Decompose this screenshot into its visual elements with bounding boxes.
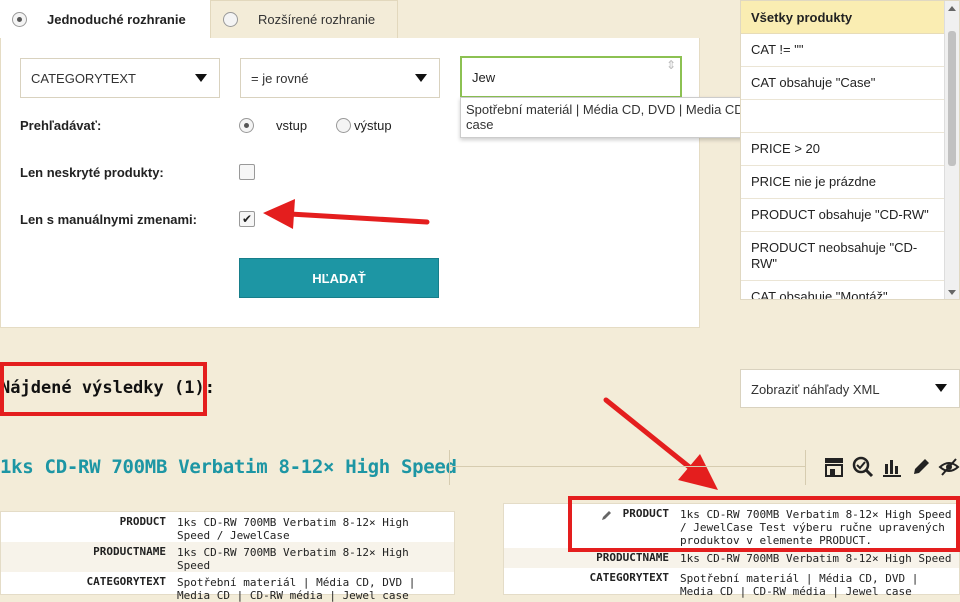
divider — [805, 450, 806, 485]
browse-input-radio[interactable] — [239, 118, 254, 133]
browse-label: Prehľadávať: — [20, 118, 102, 133]
tab-advanced[interactable]: Rozšírené rozhranie — [210, 0, 398, 38]
table-key: PRODUCT — [119, 515, 166, 528]
products-list: Všetky produkty CAT != "" CAT obsahuje "… — [740, 0, 960, 300]
list-item[interactable] — [741, 100, 946, 133]
products-list-header[interactable]: Všetky produkty — [741, 1, 946, 34]
edit-pencil-icon[interactable] — [910, 456, 932, 478]
resize-icon: ⇕ — [666, 58, 677, 72]
manual-only-label: Len s manuálnymi zmenami: — [20, 212, 197, 227]
chevron-down-icon — [195, 74, 207, 82]
list-item[interactable]: PRODUCT obsahuje "CD-RW" — [741, 199, 946, 232]
tab-simple-label: Jednoduché rozhranie — [47, 11, 186, 27]
highlight-box — [0, 362, 207, 416]
tab-advanced-label: Rozšírené rozhranie — [258, 12, 376, 27]
scroll-up-icon[interactable] — [948, 6, 956, 11]
scrollbar-thumb[interactable] — [948, 31, 956, 166]
scroll-down-icon[interactable] — [948, 290, 956, 295]
chevron-down-icon — [415, 74, 427, 82]
table-row: CATEGORYTEXT Spotřební materiál | Média … — [504, 568, 959, 598]
list-scrollbar[interactable] — [944, 1, 959, 299]
field-select-value: CATEGORYTEXT — [31, 70, 136, 86]
table-row: PRODUCTNAME 1ks CD-RW 700MB Verbatim 8-1… — [1, 542, 454, 572]
product-title[interactable]: 1ks CD-RW 700MB Verbatim 8-12× High Spee… — [0, 456, 457, 478]
table-key: PRODUCTNAME — [93, 545, 166, 558]
list-item[interactable]: PRICE > 20 — [741, 133, 946, 166]
tab-simple[interactable]: Jednoduché rozhranie — [0, 0, 210, 38]
table-value: Spotřební materiál | Média CD, DVD | Med… — [680, 572, 919, 598]
store-icon[interactable] — [823, 456, 845, 478]
search-button[interactable]: HĽADAŤ — [239, 258, 439, 298]
browse-output-label: výstup — [354, 118, 392, 133]
manual-only-checkbox[interactable]: ✔ — [239, 211, 255, 227]
chevron-down-icon — [935, 384, 947, 392]
table-value: 1ks CD-RW 700MB Verbatim 8-12× High Spee… — [177, 516, 409, 542]
table-key: CATEGORYTEXT — [589, 571, 669, 584]
list-item[interactable]: CAT != "" — [741, 34, 946, 67]
table-value: 1ks CD-RW 700MB Verbatim 8-12× High Spee… — [680, 552, 952, 565]
table-value: Spotřební materiál | Média CD, DVD | Med… — [177, 576, 416, 602]
list-item[interactable]: CAT obsahuje "Montáž" — [741, 281, 946, 299]
table-key: PRODUCTNAME — [596, 551, 669, 564]
annotation-arrow-down — [603, 397, 718, 490]
table-row: PRODUCT 1ks CD-RW 700MB Verbatim 8-12× H… — [1, 512, 454, 542]
hide-eye-icon[interactable] — [938, 456, 960, 478]
xml-preview-select[interactable]: Zobraziť náhľady XML — [740, 369, 960, 408]
highlight-box — [568, 496, 960, 552]
divider — [449, 450, 450, 485]
value-input[interactable] — [460, 56, 682, 98]
table-value: 1ks CD-RW 700MB Verbatim 8-12× High Spee… — [177, 546, 409, 572]
list-item[interactable]: PRICE nie je prázdne — [741, 166, 946, 199]
bar-chart-icon[interactable] — [881, 456, 903, 478]
table-row: CATEGORYTEXT Spotřební materiál | Média … — [1, 572, 454, 602]
field-select[interactable]: CATEGORYTEXT — [20, 58, 220, 98]
browse-input-label: vstup — [276, 118, 308, 133]
visible-only-label: Len neskryté produkty: — [20, 165, 164, 180]
annotation-arrow-left — [263, 199, 430, 229]
product-data-table: PRODUCT 1ks CD-RW 700MB Verbatim 8-12× H… — [0, 511, 455, 602]
table-key: CATEGORYTEXT — [86, 575, 166, 588]
visible-only-checkbox[interactable] — [239, 164, 255, 180]
list-item[interactable]: CAT obsahuje "Case" — [741, 67, 946, 100]
xml-preview-value: Zobraziť náhľady XML — [751, 382, 880, 397]
divider — [450, 466, 805, 467]
operator-select[interactable]: = je rovné — [240, 58, 440, 98]
search-check-icon[interactable] — [852, 456, 874, 478]
tab-advanced-radio[interactable] — [223, 12, 238, 27]
tab-simple-radio[interactable] — [12, 11, 27, 27]
operator-select-value: = je rovné — [251, 70, 309, 86]
list-item[interactable]: PRODUCT neobsahuje "CD-RW" — [741, 232, 946, 281]
